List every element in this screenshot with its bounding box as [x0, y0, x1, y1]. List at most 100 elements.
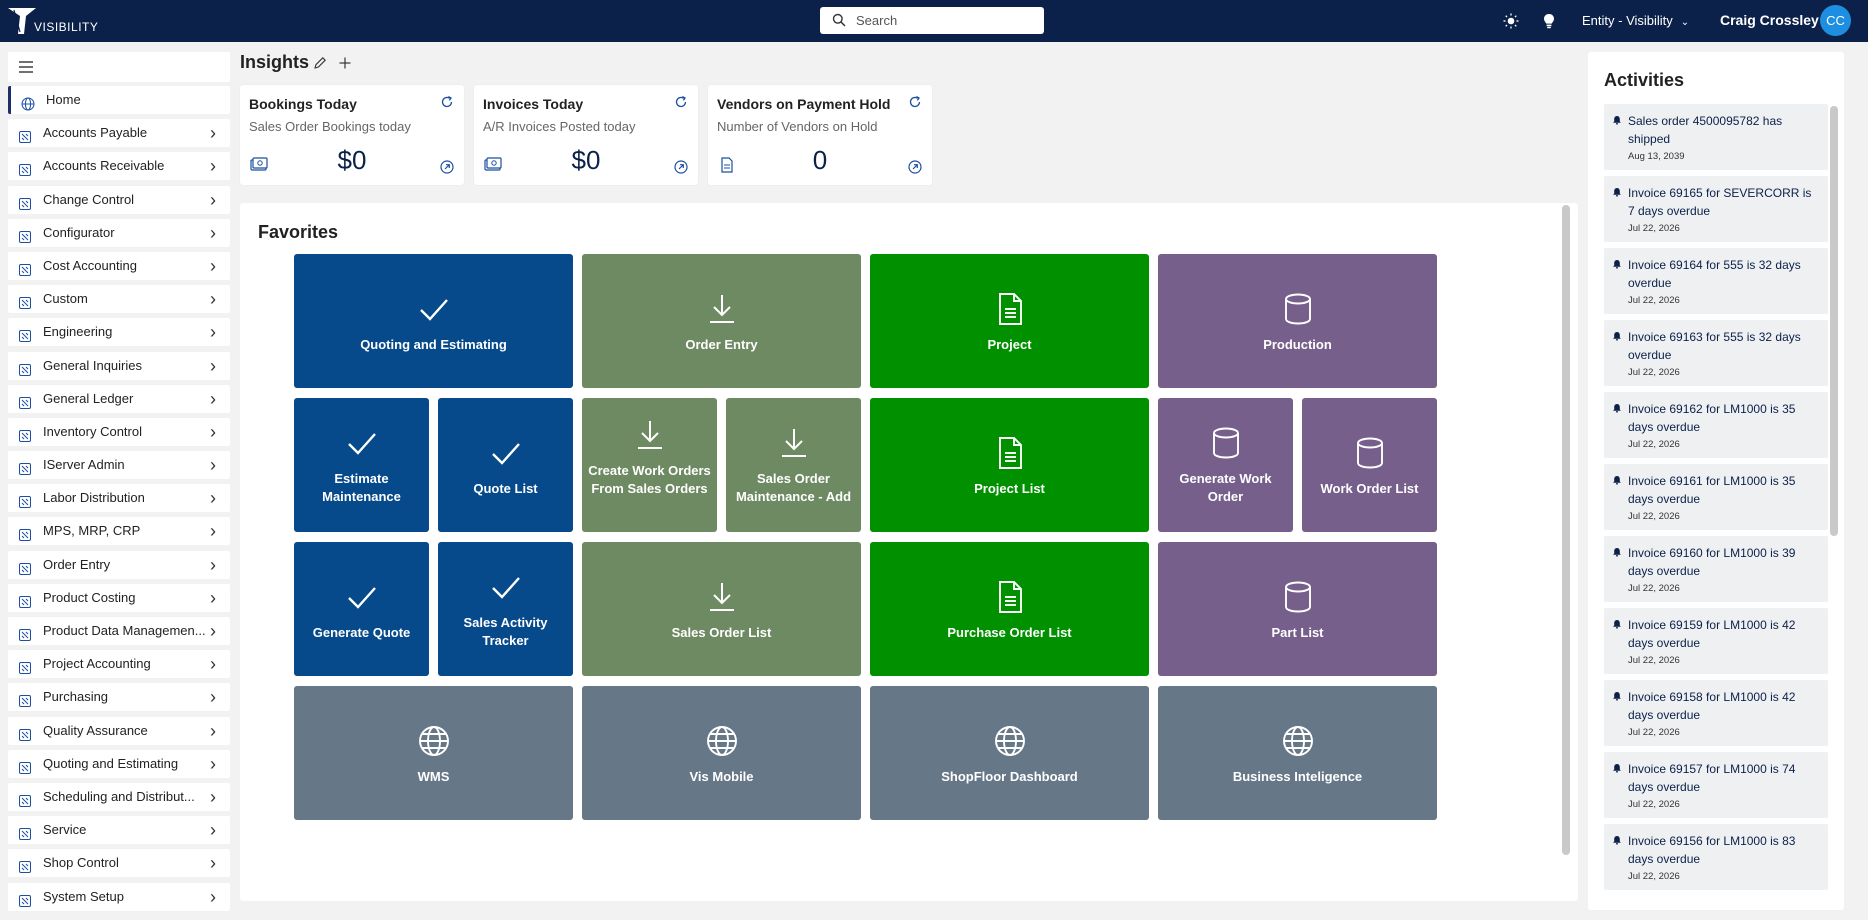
activity-date: Jul 22, 2026 [1628, 511, 1680, 522]
favorite-tile-work-order-list[interactable]: Work Order List [1302, 398, 1437, 532]
sidebar-item-service[interactable]: Service › [8, 816, 230, 845]
sidebar-item-accounts-payable[interactable]: Accounts Payable › [8, 119, 230, 148]
open-arrow-icon[interactable] [908, 160, 922, 174]
sidebar-item-quality-assurance[interactable]: Quality Assurance › [8, 716, 230, 745]
refresh-icon[interactable] [908, 95, 922, 109]
module-icon [18, 126, 32, 144]
sidebar-item-labor-distribution[interactable]: Labor Distribution › [8, 484, 230, 513]
sidebar-item-order-entry[interactable]: Order Entry › [8, 550, 230, 579]
insight-card-vendors-on-payment-hold[interactable]: Vendors on Payment Hold Number of Vendors… [708, 85, 932, 185]
favorite-tile-sales-order-list[interactable]: Sales Order List [582, 542, 861, 676]
favorites-scrollbar[interactable] [1562, 205, 1570, 855]
visibility-logo[interactable]: VISIBILITY [6, 4, 106, 36]
chevron-right-icon: › [210, 255, 216, 276]
sidebar-item-label: Service [43, 822, 87, 838]
sidebar-item-mps-mrp-crp[interactable]: MPS, MRP, CRP › [8, 517, 230, 546]
sidebar-item-label: Quoting and Estimating [43, 755, 179, 771]
top-bar: VISIBILITY Entity - Visibility ⌄ Craig Cr… [0, 0, 1868, 42]
sidebar-item-system-setup[interactable]: System Setup › [8, 882, 230, 911]
entity-label: Entity - Visibility [1582, 13, 1673, 28]
favorite-tile-wms[interactable]: WMS [294, 686, 573, 820]
bell-icon [1613, 116, 1621, 125]
activity-item[interactable]: Invoice 69160 for LM1000 is 39 days over… [1604, 536, 1828, 602]
activity-date: Jul 22, 2026 [1628, 583, 1680, 594]
sidebar-item-change-control[interactable]: Change Control › [8, 185, 230, 214]
entity-selector[interactable]: Entity - Visibility ⌄ [1582, 13, 1689, 28]
sidebar-item-inventory-control[interactable]: Inventory Control › [8, 417, 230, 446]
lightbulb-icon[interactable] [1539, 11, 1559, 31]
sidebar-item-home[interactable]: Home [8, 86, 230, 114]
activity-item[interactable]: Invoice 69164 for 555 is 32 days overdue… [1604, 248, 1828, 314]
insight-card-bookings-today[interactable]: Bookings Today Sales Order Bookings today… [240, 85, 464, 185]
refresh-icon[interactable] [440, 95, 454, 109]
favorite-tile-shopfloor-dashboard[interactable]: ShopFloor Dashboard [870, 686, 1149, 820]
add-plus-icon[interactable] [338, 56, 352, 70]
open-arrow-icon[interactable] [674, 160, 688, 174]
open-arrow-icon[interactable] [440, 160, 454, 174]
menu-toggle-button[interactable] [8, 52, 230, 82]
sidebar-item-general-inquiries[interactable]: General Inquiries › [8, 351, 230, 380]
sidebar-item-label: Product Data Managemen... [43, 623, 206, 638]
chevron-right-icon: › [210, 455, 216, 476]
insight-card-invoices-today[interactable]: Invoices Today A/R Invoices Posted today $… [474, 85, 698, 185]
favorite-tile-production[interactable]: Production [1158, 254, 1437, 388]
sidebar-item-shop-control[interactable]: Shop Control › [8, 849, 230, 878]
favorite-tile-sales-activity-tracker[interactable]: Sales Activity Tracker [438, 542, 573, 676]
sidebar-item-product-data-managemen[interactable]: Product Data Managemen... › [8, 617, 230, 645]
theme-toggle-sun-icon[interactable] [1501, 11, 1521, 31]
sidebar-item-scheduling-and-distribut[interactable]: Scheduling and Distribut... › [8, 782, 230, 811]
favorite-tile-quoting-and-estimating[interactable]: Quoting and Estimating [294, 254, 573, 388]
activity-item[interactable]: Invoice 69165 for SEVERCORR is 7 days ov… [1604, 176, 1828, 242]
favorite-tile-estimate-maintenance[interactable]: Estimate Maintenance [294, 398, 429, 532]
document-icon [718, 157, 736, 173]
sidebar-item-label: Accounts Payable [43, 125, 148, 141]
chevron-right-icon: › [210, 421, 216, 442]
activity-item[interactable]: Invoice 69163 for 555 is 32 days overdue… [1604, 320, 1828, 386]
favorite-tile-create-work-orders-from-sales-orders[interactable]: Create Work Orders From Sales Orders [582, 398, 717, 532]
favorite-tile-generate-work-order[interactable]: Generate Work Order [1158, 398, 1293, 532]
favorite-tile-order-entry[interactable]: Order Entry [582, 254, 861, 388]
search-input[interactable] [856, 11, 1036, 30]
activity-item[interactable]: Sales order 4500095782 has shipped Aug 13… [1604, 104, 1828, 170]
favorite-tile-vis-mobile[interactable]: Vis Mobile [582, 686, 861, 820]
activity-item[interactable]: Invoice 69156 for LM1000 is 83 days over… [1604, 824, 1828, 890]
sidebar-item-engineering[interactable]: Engineering › [8, 318, 230, 347]
sidebar-item-project-accounting[interactable]: Project Accounting › [8, 650, 230, 679]
avatar[interactable]: CC [1820, 5, 1851, 36]
sidebar-item-configurator[interactable]: Configurator › [8, 218, 230, 247]
sidebar-item-custom[interactable]: Custom › [8, 285, 230, 314]
favorite-tile-quote-list[interactable]: Quote List [438, 398, 573, 532]
sidebar-item-label: Product Costing [43, 589, 136, 605]
refresh-icon[interactable] [674, 95, 688, 109]
globe-icon [993, 724, 1027, 758]
search-box[interactable] [820, 7, 1044, 34]
sidebar-item-accounts-receivable[interactable]: Accounts Receivable › [8, 152, 230, 181]
edit-pencil-icon[interactable] [313, 56, 327, 70]
activities-scrollbar[interactable] [1830, 106, 1838, 536]
favorite-tile-project-list[interactable]: Project List [870, 398, 1149, 532]
favorite-tile-business-inteligence[interactable]: Business Inteligence [1158, 686, 1437, 820]
chevron-right-icon: › [210, 621, 216, 641]
favorite-tile-part-list[interactable]: Part List [1158, 542, 1437, 676]
favorite-tile-generate-quote[interactable]: Generate Quote [294, 542, 429, 676]
favorite-tile-sales-order-maintenance-add[interactable]: Sales Order Maintenance - Add [726, 398, 861, 532]
money-icon [484, 157, 502, 173]
chevron-right-icon: › [210, 720, 216, 741]
bell-icon [1613, 188, 1621, 197]
activity-item[interactable]: Invoice 69157 for LM1000 is 74 days over… [1604, 752, 1828, 818]
favorite-tile-project[interactable]: Project [870, 254, 1149, 388]
sidebar-item-quoting-and-estimating[interactable]: Quoting and Estimating › [8, 749, 230, 778]
sidebar-item-general-ledger[interactable]: General Ledger › [8, 384, 230, 413]
sidebar-item-iserver-admin[interactable]: IServer Admin › [8, 451, 230, 480]
sidebar-item-cost-accounting[interactable]: Cost Accounting › [8, 251, 230, 280]
sidebar-item-product-costing[interactable]: Product Costing › [8, 583, 230, 612]
activity-item[interactable]: Invoice 69158 for LM1000 is 42 days over… [1604, 680, 1828, 746]
document-icon [993, 436, 1027, 470]
sidebar-item-purchasing[interactable]: Purchasing › [8, 683, 230, 712]
activity-item[interactable]: Invoice 69159 for LM1000 is 42 days over… [1604, 608, 1828, 674]
favorite-tile-purchase-order-list[interactable]: Purchase Order List [870, 542, 1149, 676]
activity-item[interactable]: Invoice 69161 for LM1000 is 35 days over… [1604, 464, 1828, 530]
bell-icon [1613, 260, 1621, 269]
user-name[interactable]: Craig Crossley [1720, 12, 1819, 28]
activity-item[interactable]: Invoice 69162 for LM1000 is 35 days over… [1604, 392, 1828, 458]
